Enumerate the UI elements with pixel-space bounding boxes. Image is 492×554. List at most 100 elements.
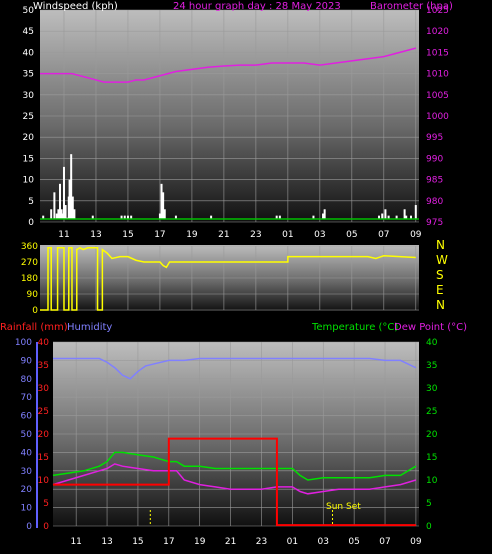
time-tick-label: 01 xyxy=(282,230,293,240)
rainfall-axis-label: Rainfall (mm) xyxy=(0,322,68,333)
humidity-tick-label: 50 xyxy=(21,430,33,440)
humidity-tick-labels: 0 10 20 30 40 50 60 70 80 90 100 xyxy=(15,338,32,532)
time-tick-label: 05 xyxy=(348,537,359,547)
compass-label: S xyxy=(436,268,444,282)
time-tick-label: 09 xyxy=(410,537,422,547)
time-tick-label: 11 xyxy=(70,537,81,547)
temperature-tick-label: 35 xyxy=(426,361,437,371)
barometer-tick-label: 1020 xyxy=(426,27,449,37)
barometer-tick-label: 980 xyxy=(426,197,443,207)
rainfall-tick-label: 20 xyxy=(38,430,50,440)
barometer-tick-labels: 975980985990995100010051010101510201025 xyxy=(426,6,449,228)
humidity-tick-label: 80 xyxy=(21,375,33,385)
compass-label: N xyxy=(436,298,445,312)
windspeed-tick-label: 20 xyxy=(23,133,35,143)
humidity-tick-label: 90 xyxy=(21,356,33,366)
temperature-tick-label: 40 xyxy=(426,338,438,348)
time-tick-label: 03 xyxy=(318,537,329,547)
temperature-tick-label: 25 xyxy=(426,407,437,417)
time-tick-label: 07 xyxy=(379,537,390,547)
rainfall-tick-label: 10 xyxy=(38,476,50,486)
barometer-tick-label: 1010 xyxy=(426,70,449,80)
wind-bar xyxy=(53,192,56,219)
barometer-tick-label: 1000 xyxy=(426,112,449,122)
rainfall-tick-label: 40 xyxy=(38,338,50,348)
time-tick-label: 07 xyxy=(378,230,389,240)
windspeed-tick-label: 40 xyxy=(23,48,35,58)
time-tick-label: 17 xyxy=(154,230,165,240)
time-tick-label: 23 xyxy=(256,537,267,547)
time-tick-labels: 11 13 15 17 19 21 23 01 03 05 07 09 xyxy=(70,537,421,547)
rainfall-tick-label: 35 xyxy=(38,361,49,371)
time-tick-label: 15 xyxy=(132,537,143,547)
humidity-tick-label: 100 xyxy=(15,338,32,348)
wind-bar xyxy=(384,209,387,219)
windspeed-tick-label: 45 xyxy=(23,27,34,37)
time-tick-label: 13 xyxy=(90,230,101,240)
time-tick-label: 21 xyxy=(225,537,236,547)
windspeed-tick-label: 25 xyxy=(23,112,34,122)
barometer-tick-label: 990 xyxy=(426,154,443,164)
compass-label: W xyxy=(436,253,448,267)
windspeed-tick-label: 30 xyxy=(23,91,35,101)
time-tick-label: 01 xyxy=(287,537,298,547)
temperature-tick-label: 15 xyxy=(426,453,437,463)
time-tick-label: 13 xyxy=(101,537,112,547)
time-tick-label: 19 xyxy=(194,537,206,547)
humidity-tick-label: 30 xyxy=(21,467,33,477)
barometer-axis-label: Barometer (hpa) xyxy=(370,1,453,12)
wind-bar xyxy=(414,205,417,219)
wind-barometer-panel: 05101520253035404550 9759809859909951000… xyxy=(23,1,453,240)
time-tick-label: 19 xyxy=(186,230,198,240)
wind-bar xyxy=(323,209,326,219)
direction-tick-label: 90 xyxy=(27,290,39,300)
barometer-tick-label: 975 xyxy=(426,218,443,228)
time-tick-label: 11 xyxy=(58,230,69,240)
rainfall-tick-labels: 0 5 10 15 20 25 30 35 40 xyxy=(38,338,50,532)
windspeed-tick-label: 15 xyxy=(23,154,34,164)
time-tick-label: 03 xyxy=(314,230,325,240)
wind-bar xyxy=(73,209,76,219)
windspeed-tick-label: 35 xyxy=(23,70,34,80)
compass-labels: NWSEN xyxy=(436,238,448,312)
humidity-tick-label: 40 xyxy=(21,448,33,458)
sunset-annotation: Sun Set xyxy=(326,502,361,512)
wind-bar xyxy=(64,205,67,219)
barometer-tick-label: 1005 xyxy=(426,91,449,101)
humidity-axis-label: Humidity xyxy=(67,322,112,333)
wind-bar xyxy=(163,209,166,219)
humidity-tick-label: 10 xyxy=(21,504,33,514)
time-tick-label: 21 xyxy=(218,230,229,240)
rainfall-tick-label: 15 xyxy=(38,453,49,463)
windspeed-tick-label: 0 xyxy=(28,218,34,228)
time-tick-label: 23 xyxy=(250,230,261,240)
direction-tick-label: 0 xyxy=(32,306,38,316)
barometer-tick-label: 985 xyxy=(426,176,443,186)
dewpoint-axis-label: Dew Point (°C) xyxy=(394,322,467,333)
wind-direction-panel: 090180270360 NWSEN xyxy=(21,238,448,316)
direction-tick-label: 270 xyxy=(21,258,38,268)
time-tick-label: 09 xyxy=(410,230,422,240)
temperature-tick-label: 20 xyxy=(426,430,438,440)
temperature-tick-label: 10 xyxy=(426,476,438,486)
humidity-tick-label: 20 xyxy=(21,485,33,495)
direction-tick-labels: 0 90 180 270 360 xyxy=(21,242,38,316)
windspeed-tick-label: 5 xyxy=(28,197,34,207)
rainfall-tick-label: 30 xyxy=(38,384,50,394)
direction-tick-label: 360 xyxy=(21,242,38,252)
time-tick-label: 17 xyxy=(163,537,174,547)
rainfall-tick-label: 0 xyxy=(43,522,49,532)
temperature-axis-label: Temperature (°C) xyxy=(311,322,398,333)
barometer-tick-label: 995 xyxy=(426,133,443,143)
wind-bar xyxy=(381,213,384,219)
rain-humidity-temp-panel: 0102030405060708090100 0510152025303540 … xyxy=(0,322,467,547)
direction-tick-label: 180 xyxy=(21,274,38,284)
time-tick-label: 15 xyxy=(122,230,133,240)
chart-title: 24 hour graph day : 28 May 2023 xyxy=(173,1,341,12)
compass-label: E xyxy=(436,283,444,297)
humidity-tick-label: 70 xyxy=(21,393,33,403)
time-tick-label: 05 xyxy=(346,230,357,240)
temperature-tick-label: 5 xyxy=(426,499,432,509)
temperature-tick-labels: 0 5 10 15 20 25 30 35 40 xyxy=(426,338,438,532)
humidity-tick-label: 60 xyxy=(21,412,33,422)
